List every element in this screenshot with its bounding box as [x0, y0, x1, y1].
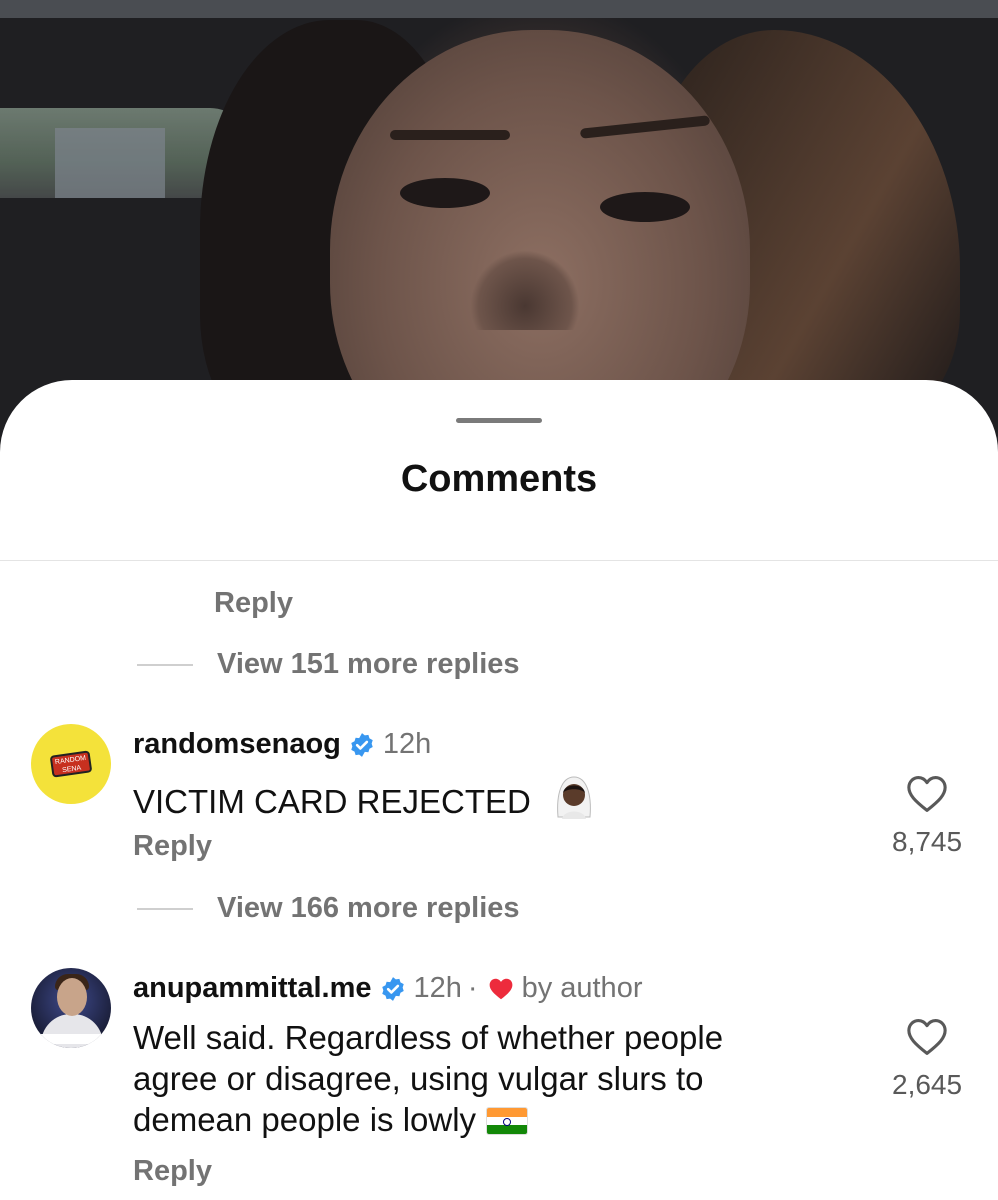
- like-count: 2,645: [892, 1069, 963, 1100]
- view-more-replies-button[interactable]: View 151 more replies: [137, 648, 520, 681]
- eye-left: [400, 178, 490, 208]
- sheet-title: Comments: [400, 458, 598, 500]
- video-top-bar: [0, 0, 998, 18]
- astronaut-avatar-icon: [57, 978, 87, 1016]
- separator-dot: ·: [467, 972, 478, 1004]
- scrolled-comment-fragment: ​: [214, 553, 514, 563]
- avatar[interactable]: RANDOM SENA: [31, 724, 111, 804]
- india-flag-icon: [486, 1107, 529, 1135]
- bride-with-veil-icon: [552, 773, 596, 821]
- comment-body: VICTIM CARD REJECTED: [133, 783, 531, 820]
- heart-outline-icon[interactable]: [906, 1018, 948, 1056]
- reply-button[interactable]: Reply: [133, 830, 212, 863]
- like-count: 8,745: [892, 826, 963, 857]
- like-control: 8,745: [892, 775, 962, 858]
- avatar-strip: [41, 1034, 101, 1044]
- heart-filled-icon: [489, 978, 512, 999]
- comment-text: VICTIM CARD REJECTED: [133, 773, 596, 822]
- random-sena-logo-icon: RANDOM SENA: [49, 750, 93, 778]
- nose: [470, 250, 580, 330]
- view-more-replies-label: View 166 more replies: [217, 892, 520, 924]
- comment-time: 12h: [382, 728, 432, 760]
- comment-text: Well said. Regardless of whether people …: [133, 1017, 853, 1140]
- comments-sheet: Comments ​ Reply View 151 more replies R…: [0, 380, 998, 1200]
- heart-outline-icon[interactable]: [906, 775, 948, 813]
- reply-button[interactable]: Reply: [133, 1155, 212, 1188]
- sheet-grabber[interactable]: [456, 418, 542, 423]
- thread-line: [137, 907, 193, 910]
- reply-button[interactable]: Reply: [214, 587, 293, 620]
- liked-by-author-label: by author: [521, 972, 643, 1004]
- view-more-replies-label: View 151 more replies: [217, 648, 520, 680]
- comment-line: demean people is lowly: [133, 1101, 477, 1138]
- comment-last-line: demean people is lowly: [133, 1099, 853, 1140]
- comment-header: anupammittal.me 12h · by author: [133, 972, 642, 1005]
- username[interactable]: randomsenaog: [133, 728, 341, 761]
- comment-line: agree or disagree, using vulgar slurs to: [133, 1060, 704, 1097]
- username[interactable]: anupammittal.me: [133, 972, 372, 1005]
- sheet-divider: [0, 560, 998, 561]
- verified-badge-icon: [351, 732, 373, 757]
- verified-badge-icon: [381, 976, 404, 1001]
- brow-left: [390, 130, 510, 140]
- thread-line: [137, 663, 193, 666]
- eye-right: [600, 192, 690, 222]
- view-more-replies-button[interactable]: View 166 more replies: [137, 892, 520, 925]
- avatar[interactable]: [31, 968, 111, 1048]
- comment-header: randomsenaog 12h: [133, 728, 431, 761]
- comment-line: Well said. Regardless of whether people: [133, 1019, 724, 1056]
- like-control: 2,645: [892, 1018, 962, 1101]
- comment-time: 12h: [413, 972, 462, 1004]
